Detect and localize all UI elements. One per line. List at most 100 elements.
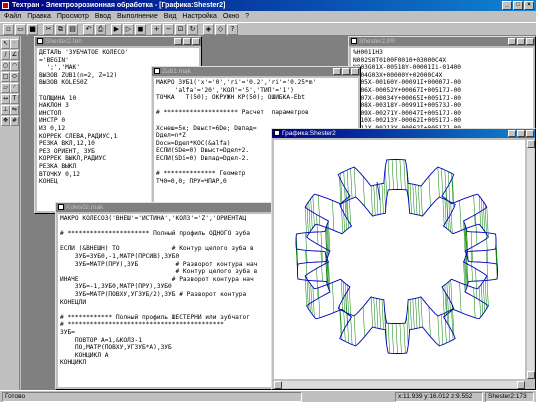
minimize-button[interactable] [333, 68, 341, 75]
window-title[interactable]: Koles0z.mak [56, 203, 304, 212]
code-line: N004G03X+00000Y+02000C4X [353, 71, 443, 79]
scroll-up-button[interactable] [527, 140, 535, 148]
gear-hatch-line [373, 185, 376, 216]
rotate-icon[interactable]: ↻ [187, 23, 198, 35]
fit-icon[interactable]: ⊡ [175, 23, 186, 35]
zoom-out-icon[interactable]: − [163, 23, 174, 35]
scroll-left-button[interactable] [274, 381, 282, 389]
horizontal-scrollbar[interactable] [274, 380, 525, 389]
window-title[interactable]: Shester2.PP [349, 37, 535, 46]
status-coords: x:11.939 y:16.012 z:9.552 [395, 392, 483, 402]
menu-input[interactable]: Ввод [95, 11, 111, 22]
step-icon[interactable]: ▷ [123, 23, 134, 35]
menu-edit[interactable]: Правка [27, 11, 51, 22]
gear-hatch-line [387, 159, 390, 190]
gear-3d-view[interactable] [274, 140, 525, 379]
pointer-icon[interactable]: ↖ [1, 39, 10, 49]
gear-hatch-line [446, 199, 449, 230]
menu-file[interactable]: Файл [4, 11, 21, 22]
ellipse-icon[interactable]: ⬭ [10, 72, 19, 82]
text-icon[interactable]: T [10, 94, 19, 104]
menu-run[interactable]: Выполнение [117, 11, 158, 22]
rectangle-icon[interactable]: □ [1, 72, 10, 82]
mirror-icon[interactable]: ⇋ [10, 105, 19, 115]
graph-icon[interactable]: ◈ [203, 23, 214, 35]
circle-icon[interactable]: ○ [1, 61, 10, 71]
close-button[interactable] [526, 38, 534, 45]
run-icon[interactable]: ▶ [111, 23, 122, 35]
gear-hatch-line [381, 299, 384, 330]
line-icon[interactable]: / [1, 50, 10, 60]
window-title[interactable]: Shester2.teh [35, 37, 201, 46]
paste-icon[interactable]: ▤ [67, 23, 78, 35]
window-graphics[interactable]: Графика:Shester2 [271, 128, 536, 390]
maximize-button[interactable]: □ [513, 1, 523, 10]
menu-window[interactable]: Окно [223, 11, 239, 22]
gear-hatch-line [406, 315, 409, 346]
window-title-text: Shester2.teh [45, 38, 82, 45]
polyline-icon[interactable]: ∠ [10, 50, 19, 60]
menu-view[interactable]: Просмотр [57, 11, 89, 22]
gear-hatch-line [376, 184, 379, 215]
code-editor[interactable]: МАКРО КОЛЕСОЗ('ВНЕШ'='ИСТИНА','КОЛЗ'='Z'… [58, 214, 302, 387]
dimension-icon[interactable]: ↔ [1, 94, 10, 104]
gear-hatch-line [428, 176, 431, 207]
arc-icon[interactable]: ◠ [10, 61, 19, 71]
contour-icon[interactable]: ▱ [1, 83, 10, 93]
move-icon[interactable]: ✥ [1, 116, 10, 126]
gear-hatch-line [346, 169, 349, 200]
maximize-button[interactable] [183, 38, 191, 45]
code-line: КОНЕЦЛИ [60, 298, 87, 306]
code-line: ИНАЧЕ # Разворот контура нач [60, 275, 254, 283]
gear-hatch-line [383, 179, 386, 210]
gear-hatch-line [350, 168, 353, 199]
maximize-button[interactable] [517, 130, 525, 137]
graphics-canvas[interactable] [274, 140, 525, 379]
gear-hatch-line [448, 171, 450, 202]
minimize-button[interactable]: _ [502, 1, 512, 10]
fillet-icon[interactable]: ◜ [10, 83, 19, 93]
scroll-right-button[interactable] [517, 381, 525, 389]
menu-settings[interactable]: Настройка [182, 11, 216, 22]
cut-icon[interactable]: ✂ [43, 23, 54, 35]
scroll-down-button[interactable] [527, 371, 535, 379]
minimize-button[interactable] [508, 130, 516, 137]
code-line: N007X-00034Y+00065I+00517J-00 [353, 94, 462, 102]
window-title[interactable]: Zub1.mak [152, 67, 360, 76]
gear-hatch-line [312, 195, 315, 226]
gear-hatch-line [318, 195, 321, 226]
close-button[interactable] [351, 68, 359, 75]
print-icon[interactable]: ⎙ [95, 23, 106, 35]
grid-icon[interactable]: # [10, 116, 19, 126]
menu-display[interactable]: Вид [164, 11, 177, 22]
view3d-icon[interactable]: ◇ [215, 23, 226, 35]
minimize-button[interactable] [508, 38, 516, 45]
gear-hatch-line [350, 314, 353, 345]
code-line: ЗУБ=МАТР(ПОВХУ,УГЗУБ/2),ЗУБ # Разворот к… [60, 290, 247, 298]
maximize-button[interactable] [342, 68, 350, 75]
close-button[interactable] [192, 38, 200, 45]
zoom-in-icon[interactable]: + [151, 23, 162, 35]
close-button[interactable] [526, 130, 534, 137]
copy-icon[interactable]: ⧉ [55, 23, 66, 35]
measure-icon[interactable]: ⊥ [1, 105, 10, 115]
vertical-scrollbar[interactable] [526, 140, 535, 379]
help-icon[interactable]: ? [227, 23, 238, 35]
window-koles0z-mak[interactable]: Koles0z.mak МАКРО КОЛЕСОЗ('ВНЕШ'='ИСТИНА… [55, 202, 305, 390]
gear-hatch-line [332, 282, 335, 313]
undo-icon[interactable]: ↶ [83, 23, 94, 35]
gear-hatch-line [310, 284, 313, 315]
minimize-button[interactable] [174, 38, 182, 45]
new-file-icon[interactable]: ▫ [3, 23, 14, 35]
point-icon[interactable]: · [10, 39, 19, 49]
save-icon[interactable]: ■ [27, 23, 38, 35]
menu-help[interactable]: ? [245, 11, 249, 22]
window-title[interactable]: Графика:Shester2 [272, 129, 535, 138]
open-folder-icon[interactable]: ▭ [15, 23, 26, 35]
code-line: 'alfa'='20','КОЛ'='5','ТИП'='1') [156, 86, 294, 94]
maximize-button[interactable] [517, 38, 525, 45]
close-button[interactable]: × [524, 1, 534, 10]
stop-icon[interactable]: ◼ [135, 23, 146, 35]
